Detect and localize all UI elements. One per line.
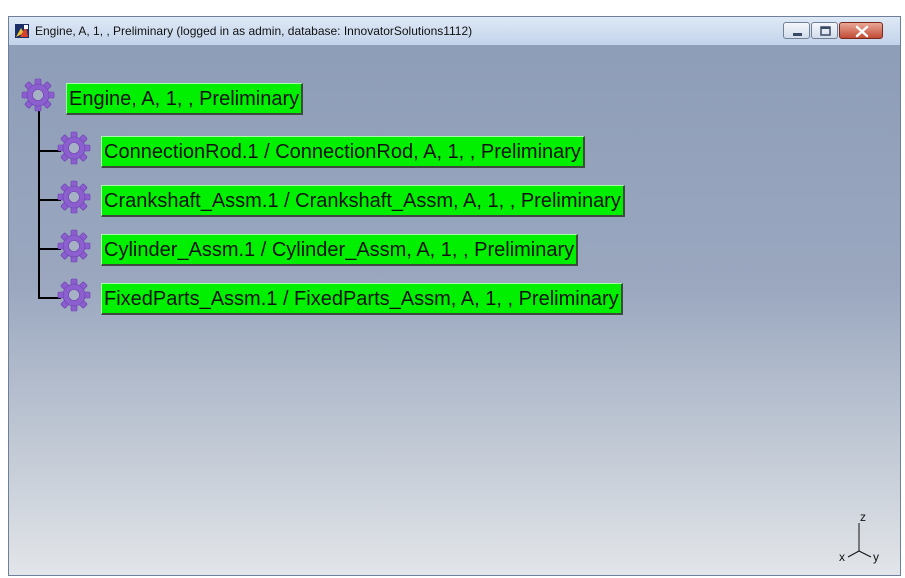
axis-triad-icon: z x y — [839, 510, 879, 564]
window-title: Engine, A, 1, , Preliminary (logged in a… — [35, 24, 473, 38]
axis-x-label: x — [839, 550, 845, 564]
gear-icon — [57, 278, 91, 312]
gear-icon — [21, 78, 55, 112]
axis-z-label: z — [860, 510, 866, 524]
app-icon — [15, 24, 29, 38]
3d-viewport[interactable]: Engine, A, 1, , Preliminary ConnectionRo… — [9, 45, 900, 575]
tree-node-label[interactable]: Cylinder_Assm.1 / Cylinder_Assm, A, 1, ,… — [101, 234, 579, 266]
tree-node-label[interactable]: ConnectionRod.1 / ConnectionRod, A, 1, ,… — [101, 136, 585, 168]
tree-node-label[interactable]: Crankshaft_Assm.1 / Crankshaft_Assm, A, … — [101, 185, 625, 217]
title-bar[interactable]: Engine, A, 1, , Preliminary (logged in a… — [9, 17, 900, 46]
gear-icon — [57, 229, 91, 263]
maximize-icon — [820, 26, 831, 36]
tree-node-label[interactable]: FixedParts_Assm.1 / FixedParts_Assm, A, … — [101, 283, 623, 315]
close-button[interactable] — [839, 22, 883, 39]
minimize-button[interactable] — [783, 22, 810, 39]
application-window: Engine, A, 1, , Preliminary (logged in a… — [8, 16, 901, 576]
minimize-icon — [793, 33, 802, 36]
close-icon — [855, 25, 869, 38]
tree-node-label[interactable]: Engine, A, 1, , Preliminary — [66, 83, 304, 115]
gear-icon — [57, 131, 91, 165]
maximize-button[interactable] — [811, 22, 838, 39]
gear-icon — [57, 180, 91, 214]
axis-y-label: y — [873, 550, 879, 564]
